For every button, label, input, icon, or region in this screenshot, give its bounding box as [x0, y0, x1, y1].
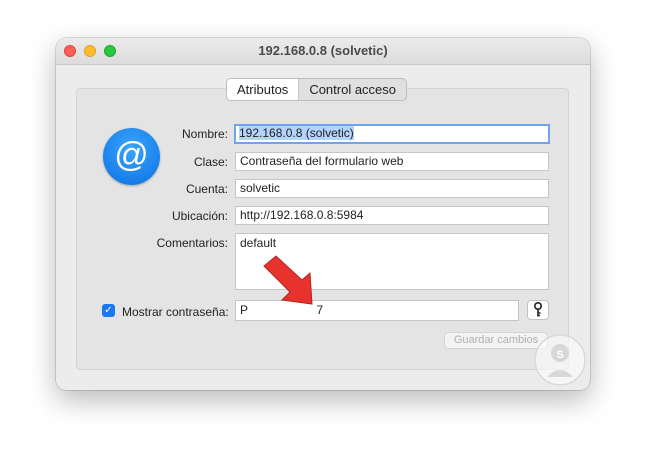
nombre-label: Nombre: — [181, 127, 228, 141]
cuenta-label: Cuenta: — [185, 182, 228, 196]
tab-atributos[interactable]: Atributos — [227, 79, 300, 100]
window-title: 192.168.0.8 (solvetic) — [258, 43, 388, 58]
nombre-field[interactable]: 192.168.0.8 (solvetic) — [234, 124, 550, 144]
solvetic-watermark-icon: S — [534, 334, 586, 386]
comentarios-label: Comentarios: — [156, 236, 228, 250]
svg-text:S: S — [556, 349, 563, 361]
cuenta-field[interactable]: solvetic — [235, 179, 549, 198]
red-arrow-annotation-icon — [263, 255, 313, 305]
nombre-value: 192.168.0.8 (solvetic) — [239, 126, 354, 140]
password-assistant-button[interactable] — [527, 300, 549, 320]
ubicacion-field[interactable]: http://192.168.0.8:5984 — [235, 206, 549, 225]
clase-label: Clase: — [193, 155, 228, 169]
title-bar: 192.168.0.8 (solvetic) — [56, 38, 590, 65]
key-icon — [534, 301, 543, 317]
keychain-item-window: 192.168.0.8 (solvetic) Atributos Control… — [56, 38, 590, 390]
tab-bar: Atributos Control acceso — [226, 78, 408, 101]
mostrar-contrasena-checkbox[interactable]: ✓ — [102, 304, 115, 317]
clase-field[interactable]: Contraseña del formulario web — [235, 152, 549, 171]
password-visible-start: P — [240, 303, 248, 317]
ubicacion-label: Ubicación: — [171, 209, 228, 223]
tab-control-acceso[interactable]: Control acceso — [299, 79, 406, 100]
